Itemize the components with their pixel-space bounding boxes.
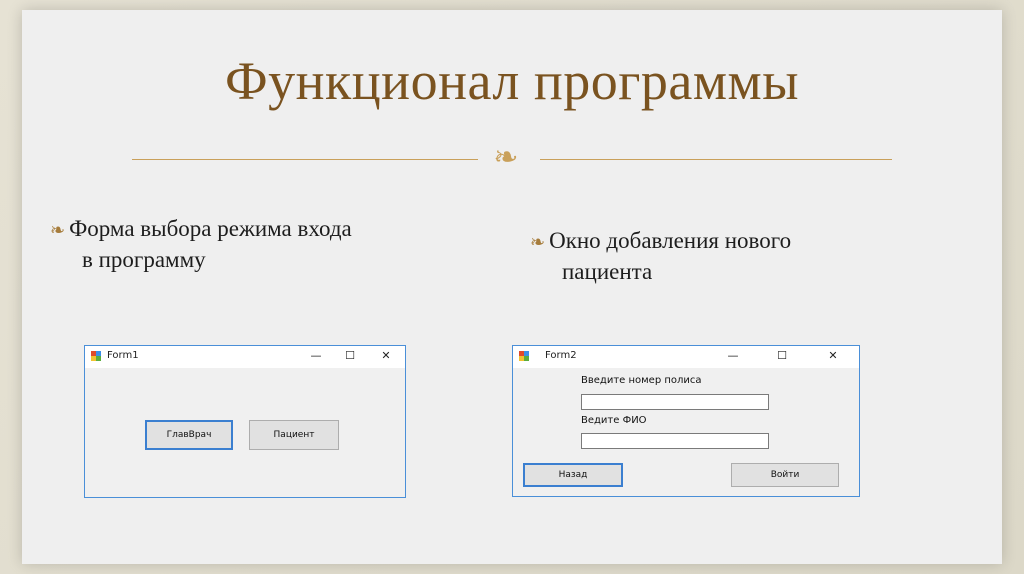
maximize-icon[interactable]: ☐ xyxy=(773,348,791,364)
bullet-icon: ❧ xyxy=(50,220,66,240)
patient-button[interactable]: Пациент xyxy=(249,420,339,450)
bullet-text-line2: пациента xyxy=(562,259,653,284)
form2-window: Form2 — ☐ ✕ Введите номер полиса Ведите … xyxy=(512,345,860,497)
close-icon[interactable]: ✕ xyxy=(824,348,842,364)
form2-title: Form2 xyxy=(545,350,577,361)
form1-window: Form1 — ☐ ✕ ГлавВрач Пациент xyxy=(84,345,406,498)
fio-input[interactable] xyxy=(581,433,769,449)
bullet-item: ❧ Окно добавления нового пациента xyxy=(530,226,890,287)
bullet-text-line1: Окно добавления нового xyxy=(549,228,792,253)
title-rule-right xyxy=(540,159,892,160)
minimize-icon[interactable]: — xyxy=(307,348,325,364)
form1-title: Form1 xyxy=(107,350,139,361)
fio-label: Ведите ФИО xyxy=(581,415,647,426)
chief-doctor-button[interactable]: ГлавВрач xyxy=(145,420,233,450)
bullet-item: ❧ Форма выбора режима входа в программу xyxy=(50,214,410,275)
policy-input[interactable] xyxy=(581,394,769,410)
back-button[interactable]: Назад xyxy=(523,463,623,487)
login-button[interactable]: Войти xyxy=(731,463,839,487)
minimize-icon[interactable]: — xyxy=(724,348,742,364)
title-rule-left xyxy=(132,159,478,160)
close-icon[interactable]: ✕ xyxy=(377,348,395,364)
ornament-icon: ❧ xyxy=(493,141,519,174)
form2-title-bar[interactable]: Form2 — ☐ ✕ xyxy=(513,346,859,368)
form1-title-bar[interactable]: Form1 — ☐ ✕ xyxy=(85,346,405,368)
bullet-text-line1: Форма выбора режима входа xyxy=(69,216,352,241)
slide-title: Функционал программы xyxy=(224,51,800,111)
app-icon xyxy=(91,351,101,361)
maximize-icon[interactable]: ☐ xyxy=(341,348,359,364)
bullet-text-line2: в программу xyxy=(82,247,206,272)
bullet-icon: ❧ xyxy=(530,232,546,252)
app-icon xyxy=(519,351,529,361)
policy-label: Введите номер полиса xyxy=(581,375,702,386)
